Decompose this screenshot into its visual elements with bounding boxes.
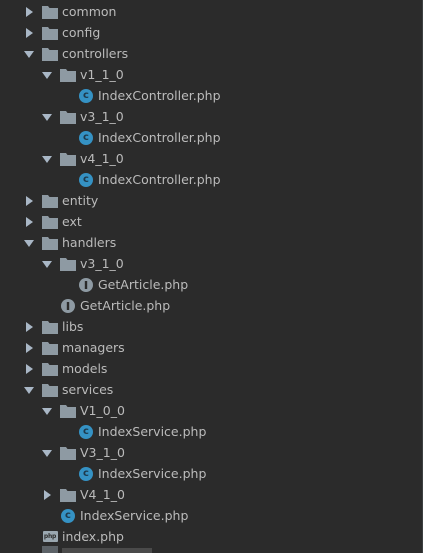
folder-icon [60, 151, 76, 167]
tree-item-ext[interactable]: ext [0, 211, 422, 232]
folder-icon [42, 193, 58, 209]
tree-item-label: IndexService.php [80, 508, 189, 523]
chevron-right-icon[interactable] [24, 27, 34, 38]
tree-item-label: IndexService.php [98, 424, 207, 439]
folder-icon [60, 403, 76, 419]
php-class-icon: c [78, 172, 94, 188]
tree-item-label: V1_0_0 [80, 403, 125, 418]
project-tree-panel[interactable]: common config controllers v1_1_0 c Index… [0, 0, 423, 553]
tree-item-common[interactable]: common [0, 1, 422, 22]
tree-item-label: v3_1_0 [80, 256, 124, 271]
tree-item-label: IndexService.php [98, 466, 207, 481]
php-interface-icon [60, 298, 76, 314]
php-interface-icon [78, 277, 94, 293]
tree-item-libs[interactable]: libs [0, 316, 422, 337]
tree-item-config[interactable]: config [0, 22, 422, 43]
folder-icon [42, 25, 58, 41]
chevron-right-icon[interactable] [24, 342, 34, 353]
tree-item-label: IndexController.php [98, 172, 221, 187]
php-class-icon: c [78, 88, 94, 104]
tree-item-label: V3_1_0 [80, 445, 125, 460]
tree-item-index-service[interactable]: c IndexService.php [0, 463, 422, 484]
tree-item-get-article[interactable]: GetArticle.php [0, 274, 422, 295]
chevron-down-icon[interactable] [24, 238, 34, 248]
php-class-icon: c [78, 130, 94, 146]
chevron-right-icon[interactable] [24, 216, 34, 227]
folder-icon [42, 4, 58, 20]
folder-icon [42, 235, 58, 251]
folder-icon [60, 109, 76, 125]
php-class-icon: c [60, 508, 76, 524]
chevron-down-icon[interactable] [42, 112, 52, 122]
tree-item-handlers[interactable]: handlers [0, 232, 422, 253]
folder-icon [42, 340, 58, 356]
tree-item-v4-1-0[interactable]: v4_1_0 [0, 148, 422, 169]
tree-item-index-controller[interactable]: c IndexController.php [0, 127, 422, 148]
tree-item-label: services [62, 382, 114, 397]
folder-icon [60, 487, 76, 503]
chevron-right-icon[interactable] [42, 489, 52, 500]
chevron-down-icon[interactable] [42, 154, 52, 164]
tree-item-services-v4-1-0[interactable]: V4_1_0 [0, 484, 422, 505]
tree-item-v3-1-0[interactable]: v3_1_0 [0, 106, 422, 127]
chevron-down-icon[interactable] [42, 448, 52, 458]
tree-item-v1-0-0[interactable]: V1_0_0 [0, 400, 422, 421]
tree-item-entity[interactable]: entity [0, 190, 422, 211]
folder-icon [42, 214, 58, 230]
cut-off-tree-item [0, 544, 422, 553]
tree-item-services[interactable]: services [0, 379, 422, 400]
tree-item-index-service[interactable]: c IndexService.php [0, 505, 422, 526]
tree-item-label: v4_1_0 [80, 151, 124, 166]
tree-item-label: ext [62, 214, 82, 229]
folder-icon [42, 361, 58, 377]
tree-item-label: v1_1_0 [80, 67, 124, 82]
tree-item-handlers-v3-1-0[interactable]: v3_1_0 [0, 253, 422, 274]
chevron-down-icon[interactable] [42, 406, 52, 416]
chevron-right-icon[interactable] [24, 6, 34, 17]
folder-icon [60, 445, 76, 461]
tree-item-label: v3_1_0 [80, 109, 124, 124]
tree-item-label: controllers [62, 46, 129, 61]
folder-icon [60, 67, 76, 83]
tree-item-label: common [62, 4, 117, 19]
tree-item-label: GetArticle.php [98, 277, 189, 292]
tree-item-label: managers [62, 340, 125, 355]
tree-item-index-controller[interactable]: c IndexController.php [0, 169, 422, 190]
tree-item-label: GetArticle.php [80, 298, 171, 313]
chevron-right-icon[interactable] [24, 321, 34, 332]
tree-item-label: libs [62, 319, 84, 334]
chevron-down-icon[interactable] [42, 70, 52, 80]
tree-item-v1-1-0[interactable]: v1_1_0 [0, 64, 422, 85]
php-class-icon: c [78, 424, 94, 440]
tree-item-label: entity [62, 193, 99, 208]
tree-item-services-v3-1-0[interactable]: V3_1_0 [0, 442, 422, 463]
php-class-icon: c [78, 466, 94, 482]
folder-icon [42, 319, 58, 335]
tree-item-label: IndexController.php [98, 130, 221, 145]
chevron-right-icon[interactable] [24, 363, 34, 374]
tree-item-models[interactable]: models [0, 358, 422, 379]
tree-item-label: V4_1_0 [80, 487, 125, 502]
chevron-right-icon[interactable] [24, 195, 34, 206]
tree-item-get-article[interactable]: GetArticle.php [0, 295, 422, 316]
php-file-icon: php [42, 531, 58, 542]
tree-item-label: models [62, 361, 108, 376]
tree-item-label: config [62, 25, 101, 40]
tree-item-index-service[interactable]: c IndexService.php [0, 421, 422, 442]
folder-icon [42, 382, 58, 398]
chevron-down-icon[interactable] [24, 49, 34, 59]
chevron-down-icon[interactable] [42, 259, 52, 269]
tree-item-controllers[interactable]: controllers [0, 43, 422, 64]
chevron-down-icon[interactable] [24, 385, 34, 395]
tree-item-label: IndexController.php [98, 88, 221, 103]
tree-item-index-controller[interactable]: c IndexController.php [0, 85, 422, 106]
tree-item-label: handlers [62, 235, 117, 250]
tree-item-managers[interactable]: managers [0, 337, 422, 358]
folder-icon [42, 46, 58, 62]
folder-icon [60, 256, 76, 272]
